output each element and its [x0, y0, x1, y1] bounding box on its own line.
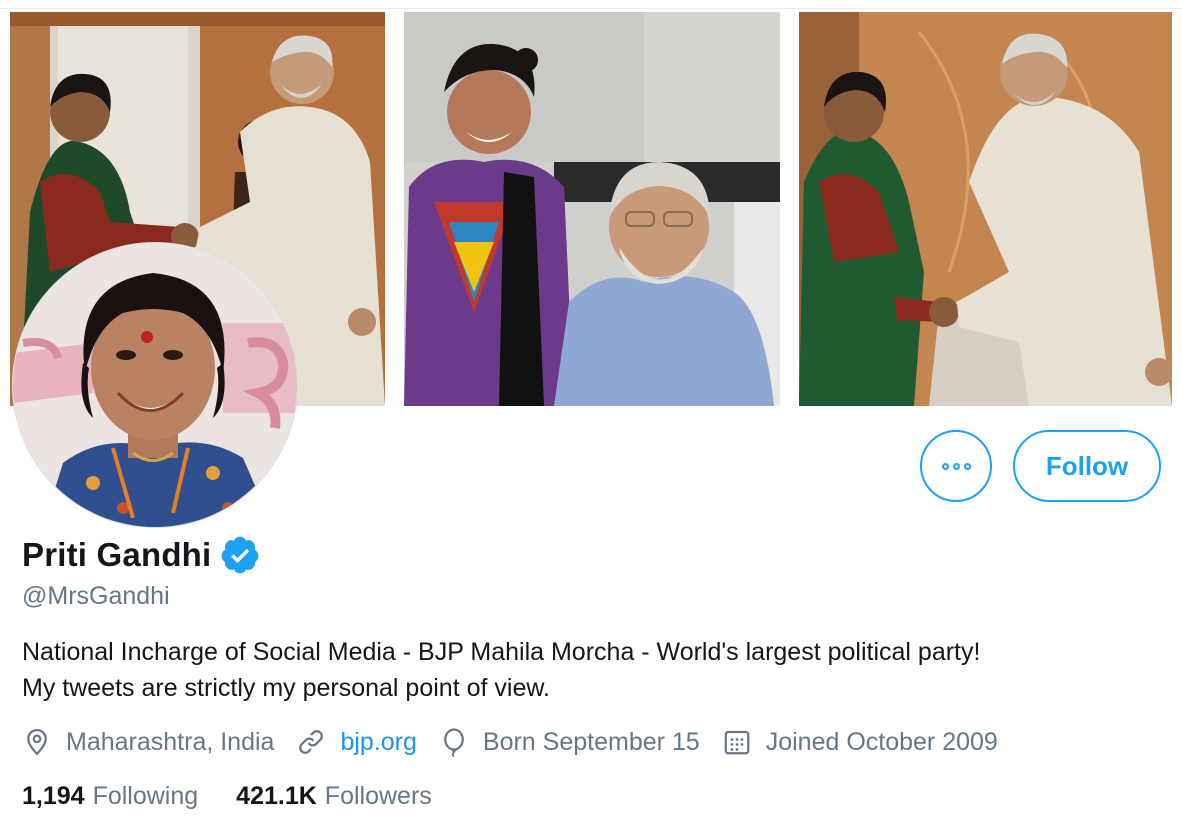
more-options-button[interactable] [920, 430, 992, 502]
website-item[interactable]: bjp.org [296, 727, 417, 757]
following-label: Following [92, 781, 199, 810]
profile-name-row: Priti Gandhi [22, 534, 261, 576]
following-count: 1,194 [22, 781, 85, 810]
verified-badge-icon [222, 536, 259, 574]
banner-photo-3 [799, 12, 1172, 406]
location-text: Maharashtra, India [66, 727, 275, 756]
more-horizontal-icon [941, 462, 971, 470]
birthday-item: Born September 15 [439, 727, 700, 757]
joined-text: Joined October 2009 [765, 727, 998, 756]
profile-meta: Maharashtra, India bjp.org Born Septembe… [22, 722, 1020, 762]
website-link[interactable]: bjp.org [340, 728, 416, 757]
profile-avatar[interactable] [12, 242, 298, 528]
profile-stats: 1,194 Following 421.1K Followers [22, 778, 470, 814]
joined-item: Joined October 2009 [722, 727, 998, 757]
profile-page: Follow Priti Gandhi @MrsGandhi National … [0, 0, 1182, 834]
profile-bio: National Incharge of Social Media - BJP … [22, 634, 1162, 706]
calendar-icon [724, 730, 750, 755]
followers-link[interactable]: 421.1K Followers [236, 782, 432, 811]
banner-divider [0, 8, 1182, 9]
link-icon [299, 730, 324, 754]
balloon-icon [444, 728, 464, 757]
location-pin-icon [27, 728, 47, 756]
following-link[interactable]: 1,194 Following [22, 782, 198, 811]
follow-button[interactable]: Follow [1013, 430, 1161, 502]
bio-line-2: My tweets are strictly my personal point… [22, 674, 550, 702]
display-name: Priti Gandhi [22, 536, 212, 573]
followers-count: 421.1K [236, 781, 317, 810]
bio-line-1: National Incharge of Social Media - BJP … [22, 638, 981, 666]
birthday-text: Born September 15 [482, 727, 700, 756]
banner-photo-2 [404, 12, 780, 406]
profile-handle: @MrsGandhi [22, 582, 170, 610]
followers-label: Followers [324, 781, 432, 810]
location-item: Maharashtra, India [22, 727, 274, 757]
